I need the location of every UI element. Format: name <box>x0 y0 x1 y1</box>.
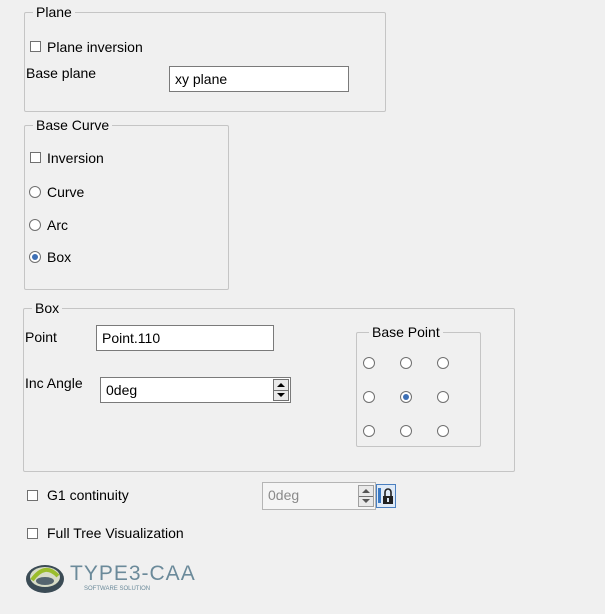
plane-inversion-checkbox[interactable] <box>30 41 41 52</box>
inversion-label: Inversion <box>47 150 104 166</box>
arrow-up-icon <box>362 489 370 493</box>
type3-caa-logo: TYPE3-CAA SOFTWARE SOLUTION <box>24 556 224 596</box>
curve-radio-label: Curve <box>47 184 85 200</box>
base-plane-label: Base plane <box>26 65 97 81</box>
g1-spinner-down-button[interactable] <box>359 496 373 506</box>
base-point-radio[interactable] <box>437 425 449 437</box>
full-tree-checkbox[interactable] <box>27 528 38 539</box>
g1-angle-spinner[interactable] <box>358 485 374 507</box>
inc-angle-spinner[interactable] <box>273 379 289 401</box>
box-group-title: Box <box>35 300 60 316</box>
curve-radio[interactable] <box>29 186 41 198</box>
base-point-radio[interactable] <box>437 357 449 369</box>
full-tree-label: Full Tree Visualization <box>47 525 184 541</box>
arrow-down-icon <box>277 393 285 397</box>
logo-name: TYPE3-CAA <box>70 562 196 585</box>
point-field[interactable]: Point.110 <box>96 325 274 351</box>
base-point-radio[interactable] <box>363 391 375 403</box>
base-point-radio[interactable] <box>437 391 449 403</box>
plane-group: Plane <box>24 4 386 112</box>
inc-angle-label: Inc Angle <box>25 375 83 391</box>
lock-button[interactable] <box>376 484 396 508</box>
point-label: Point <box>25 329 57 345</box>
box-radio[interactable] <box>29 251 41 263</box>
arc-radio[interactable] <box>29 219 41 231</box>
spinner-down-button[interactable] <box>274 390 288 400</box>
inc-angle-field[interactable]: 0deg <box>100 377 291 403</box>
base-point-radio[interactable] <box>363 425 375 437</box>
base-plane-field[interactable]: xy plane <box>169 66 349 92</box>
base-point-radio[interactable] <box>400 391 412 403</box>
box-radio-label: Box <box>47 249 72 265</box>
logo-emblem-icon <box>26 565 64 593</box>
base-point-radio[interactable] <box>400 425 412 437</box>
base-point-radio[interactable] <box>400 357 412 369</box>
logo-tagline: SOFTWARE SOLUTION <box>84 586 151 592</box>
arrow-up-icon <box>277 383 285 387</box>
base-point-radio[interactable] <box>363 357 375 369</box>
arc-radio-label: Arc <box>47 217 68 233</box>
base-point-group-title: Base Point <box>372 324 440 340</box>
dialog-panel: Plane Plane inversion Base plane xy plan… <box>0 0 605 614</box>
arrow-down-icon <box>362 499 370 503</box>
padlock-icon <box>378 488 393 504</box>
inversion-checkbox[interactable] <box>30 152 41 163</box>
plane-group-title: Plane <box>36 4 72 20</box>
g1-continuity-label: G1 continuity <box>47 487 129 503</box>
plane-inversion-label: Plane inversion <box>47 39 143 55</box>
base-curve-group-title: Base Curve <box>36 117 110 133</box>
g1-continuity-checkbox[interactable] <box>27 490 38 501</box>
